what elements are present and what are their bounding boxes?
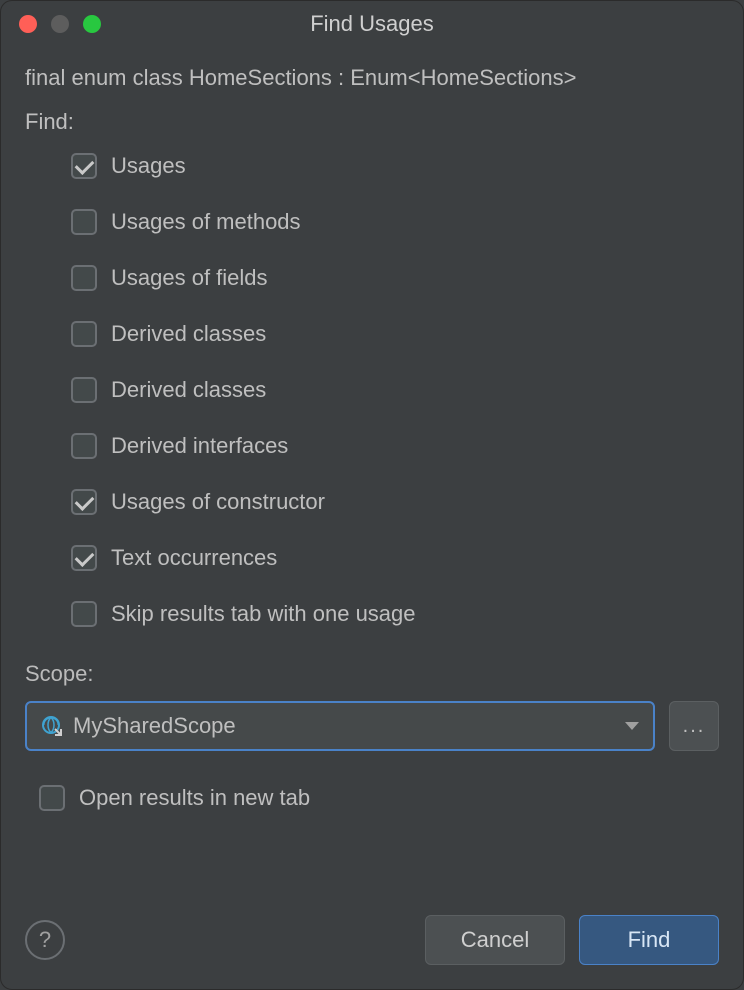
option-usages[interactable]: Usages (71, 153, 719, 179)
checkbox-derived-classes-1[interactable] (71, 321, 97, 347)
window-controls (19, 15, 101, 33)
checkbox-text-occurrences[interactable] (71, 545, 97, 571)
open-new-tab-label: Open results in new tab (79, 785, 310, 811)
scope-select[interactable]: MySharedScope (25, 701, 655, 751)
close-window-button[interactable] (19, 15, 37, 33)
option-usages-of-methods[interactable]: Usages of methods (71, 209, 719, 235)
scope-selected-text: MySharedScope (73, 713, 615, 739)
option-derived-interfaces[interactable]: Derived interfaces (71, 433, 719, 459)
find-button[interactable]: Find (579, 915, 719, 965)
minimize-window-button[interactable] (51, 15, 69, 33)
scope-label: Scope: (25, 661, 719, 687)
option-usages-of-fields[interactable]: Usages of fields (71, 265, 719, 291)
checkbox-usages[interactable] (71, 153, 97, 179)
checkbox-skip-single-result[interactable] (71, 601, 97, 627)
dialog-title: Find Usages (1, 11, 743, 37)
footer: ? Cancel Find (1, 895, 743, 989)
option-label: Derived interfaces (111, 433, 288, 459)
option-derived-classes-1[interactable]: Derived classes (71, 321, 719, 347)
option-label: Usages (111, 153, 186, 179)
option-label: Derived classes (111, 377, 266, 403)
option-label: Usages of methods (111, 209, 301, 235)
scope-row: MySharedScope ... (25, 701, 719, 751)
option-usages-of-constructor[interactable]: Usages of constructor (71, 489, 719, 515)
checkbox-usages-of-constructor[interactable] (71, 489, 97, 515)
scope-more-button[interactable]: ... (669, 701, 719, 751)
option-label: Usages of constructor (111, 489, 325, 515)
shared-scope-icon (41, 715, 63, 737)
option-label: Text occurrences (111, 545, 277, 571)
checkbox-usages-of-fields[interactable] (71, 265, 97, 291)
checkbox-derived-classes-2[interactable] (71, 377, 97, 403)
target-signature: final enum class HomeSections : Enum<Hom… (25, 65, 719, 91)
option-label: Derived classes (111, 321, 266, 347)
help-button[interactable]: ? (25, 920, 65, 960)
chevron-down-icon (625, 722, 639, 730)
checkbox-derived-interfaces[interactable] (71, 433, 97, 459)
checkbox-open-new-tab[interactable] (39, 785, 65, 811)
options-list: Usages Usages of methods Usages of field… (71, 153, 719, 627)
open-new-tab-option[interactable]: Open results in new tab (39, 785, 719, 811)
option-text-occurrences[interactable]: Text occurrences (71, 545, 719, 571)
option-label: Usages of fields (111, 265, 268, 291)
maximize-window-button[interactable] (83, 15, 101, 33)
cancel-button[interactable]: Cancel (425, 915, 565, 965)
content: final enum class HomeSections : Enum<Hom… (1, 47, 743, 811)
checkbox-usages-of-methods[interactable] (71, 209, 97, 235)
titlebar: Find Usages (1, 1, 743, 47)
option-skip-single-result[interactable]: Skip results tab with one usage (71, 601, 719, 627)
option-label: Skip results tab with one usage (111, 601, 416, 627)
find-label: Find: (25, 109, 719, 135)
option-derived-classes-2[interactable]: Derived classes (71, 377, 719, 403)
